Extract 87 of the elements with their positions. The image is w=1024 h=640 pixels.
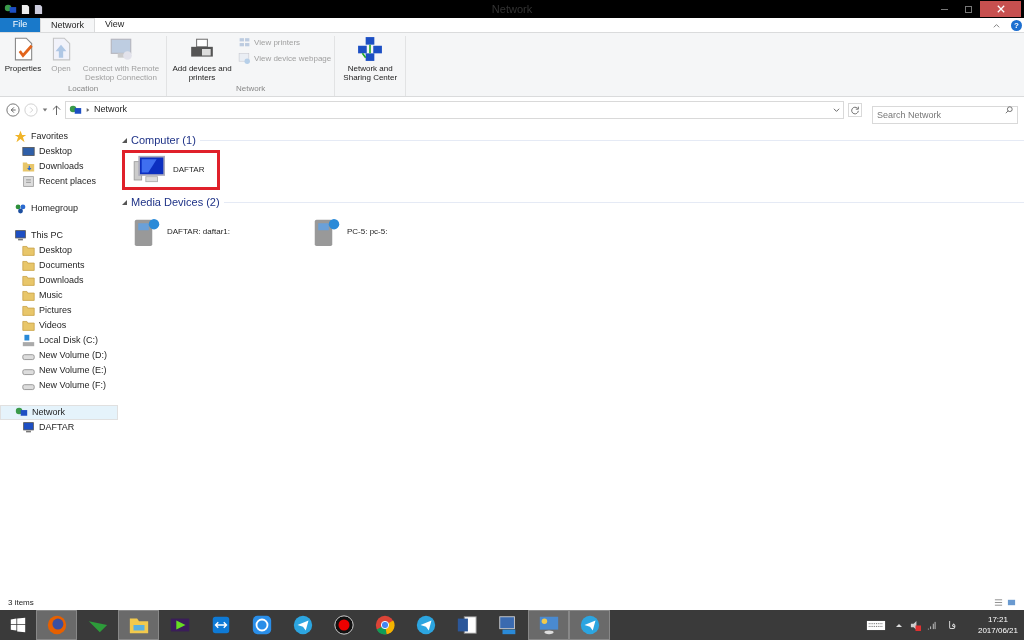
desktop-icon xyxy=(22,145,35,158)
network-icon xyxy=(69,103,82,117)
clock-time: 17:21 xyxy=(987,614,1008,625)
computer-icon xyxy=(14,229,27,242)
chevron-icon xyxy=(86,107,90,113)
nav-item[interactable]: Network xyxy=(0,405,118,420)
nav-item[interactable]: Local Disk (C:) xyxy=(0,333,118,348)
nav-item[interactable]: DAFTAR xyxy=(0,420,118,435)
nav-item[interactable]: Downloads xyxy=(0,159,118,174)
nav-item[interactable]: Pictures xyxy=(0,303,118,318)
ribbon-group-label: Location xyxy=(66,83,100,95)
help-button[interactable]: ? xyxy=(1011,19,1022,31)
media-device-item[interactable]: PC-5: pc-5: xyxy=(302,212,482,252)
show-hidden-icon[interactable] xyxy=(896,622,903,628)
nav-item[interactable]: Music xyxy=(0,288,118,303)
nav-item[interactable]: Documents xyxy=(0,258,118,273)
printers-icon xyxy=(238,36,251,49)
network-computers-icon xyxy=(357,36,384,62)
homegroup-icon xyxy=(14,202,27,215)
folder-icon xyxy=(22,244,35,257)
status-text: 3 items xyxy=(8,596,35,609)
folder-icon xyxy=(22,289,35,302)
address-bar[interactable]: Network xyxy=(65,101,844,119)
dropdown-caret-icon[interactable] xyxy=(42,107,48,113)
ribbon-button[interactable]: Add devices and printers xyxy=(170,36,234,83)
ribbon-group-label: Network xyxy=(234,83,267,95)
ribbon-tab[interactable]: Network xyxy=(40,18,95,32)
chrome-icon xyxy=(373,614,396,636)
tiles-view-icon[interactable] xyxy=(1007,598,1016,607)
document-icon xyxy=(21,3,30,15)
paper-plane-icon xyxy=(414,614,437,636)
windows-logo-icon[interactable] xyxy=(10,617,26,633)
address-path: Network xyxy=(94,103,128,117)
nav-item[interactable]: New Volume (D:) xyxy=(0,348,118,363)
nav-item[interactable]: Desktop xyxy=(0,144,118,159)
folder-icon xyxy=(22,259,35,272)
computer-icon xyxy=(22,421,35,434)
computer-item[interactable]: DAFTAR xyxy=(122,150,220,190)
keyboard-icon[interactable] xyxy=(866,619,887,631)
dropdown-caret-icon[interactable] xyxy=(833,106,840,114)
download-folder-icon xyxy=(22,160,35,173)
clock-date: 2017/06/21 xyxy=(977,625,1018,636)
nav-item[interactable]: This PC xyxy=(0,228,118,243)
document-icon xyxy=(34,3,43,15)
nav-item[interactable]: Downloads xyxy=(0,273,118,288)
media-server-icon xyxy=(313,216,341,248)
signal-bars-icon[interactable] xyxy=(927,620,937,630)
webpage-icon xyxy=(238,52,251,65)
monitor-icon xyxy=(108,36,134,62)
collapse-triangle-icon[interactable] xyxy=(122,137,127,143)
search-icon xyxy=(1005,106,1013,114)
nav-item[interactable]: Videos xyxy=(0,318,118,333)
close-icon xyxy=(996,5,1005,13)
media-server-icon xyxy=(133,216,161,248)
language-indicator[interactable]: فا xyxy=(948,617,956,633)
taskbar-button[interactable] xyxy=(569,610,610,640)
computer-monitor-icon xyxy=(133,155,167,185)
network-icon xyxy=(4,2,17,16)
folder-icon xyxy=(22,319,35,332)
record-icon xyxy=(332,614,355,636)
search-field[interactable]: Search Network xyxy=(872,106,1018,124)
recent-places-icon xyxy=(22,175,35,188)
folder-icon xyxy=(22,274,35,287)
nav-item[interactable]: New Volume (E:) xyxy=(0,363,118,378)
network-icon xyxy=(15,406,28,419)
star-icon xyxy=(14,130,27,143)
collapse-triangle-icon[interactable] xyxy=(122,199,127,205)
up-arrow-icon[interactable] xyxy=(52,104,61,116)
back-icon[interactable] xyxy=(6,103,20,117)
paper-plane-icon xyxy=(291,614,314,636)
group-header[interactable]: Media Devices (2) xyxy=(131,193,220,211)
ribbon-button[interactable]: Properties xyxy=(3,36,43,83)
group-header[interactable]: Computer (1) xyxy=(131,131,196,149)
nav-item[interactable]: New Volume (F:) xyxy=(0,378,118,393)
ribbon-button[interactable]: Network and Sharing Center xyxy=(338,36,403,85)
refresh-icon[interactable] xyxy=(848,103,862,117)
folder-icon xyxy=(22,304,35,317)
speaker-muted-icon[interactable] xyxy=(910,619,922,631)
details-view-icon[interactable] xyxy=(994,598,1003,607)
file-tab[interactable]: File xyxy=(0,18,40,32)
nav-item[interactable]: Homegroup xyxy=(0,201,118,216)
paper-plane-icon xyxy=(578,614,601,636)
nav-item[interactable]: Favorites xyxy=(0,129,118,144)
system-drive-icon xyxy=(22,334,35,347)
media-device-item[interactable]: DAFTAR: daftar1: xyxy=(122,212,302,252)
nav-item[interactable]: Recent places xyxy=(0,174,118,189)
nav-item[interactable]: Desktop xyxy=(0,243,118,258)
